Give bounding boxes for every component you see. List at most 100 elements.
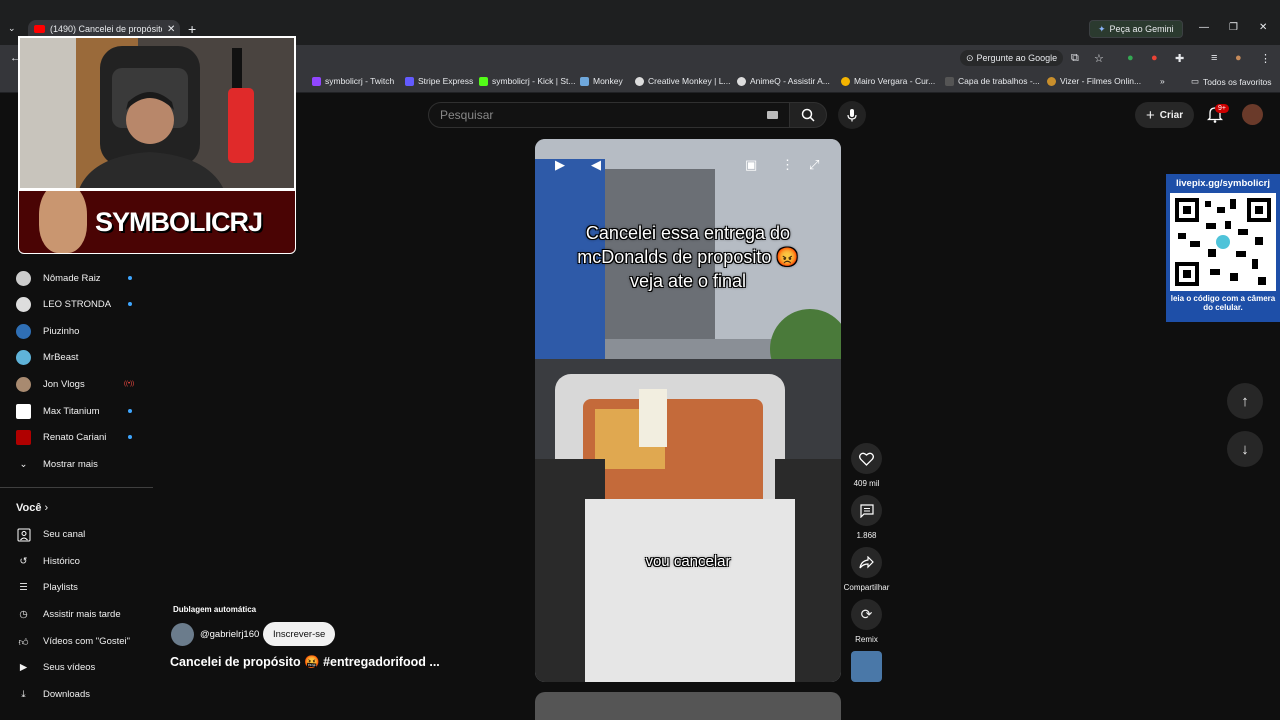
- extension-red-icon[interactable]: ●: [1151, 52, 1158, 64]
- more-options-icon[interactable]: ⋮: [781, 157, 794, 173]
- bookmark-item[interactable]: Vizer - Filmes Onlin...: [1047, 76, 1141, 86]
- arrow-down-icon: ↓: [1241, 440, 1249, 458]
- donation-qr-overlay: livepix.gg/symbolicrj leia o código com …: [1166, 174, 1280, 322]
- bookmark-star-icon[interactable]: ☆: [1094, 52, 1104, 65]
- next-short-button[interactable]: ↓: [1227, 431, 1263, 467]
- remix-icon: ⟳: [860, 606, 873, 622]
- sidebar-item-downloads[interactable]: ⤓ Downloads: [16, 687, 90, 702]
- gemini-icon: ✦: [1098, 23, 1106, 34]
- auto-dubbing-label: Dublagem automática: [173, 605, 257, 614]
- close-window-icon[interactable]: ✕: [1259, 22, 1267, 33]
- new-content-dot: [128, 276, 132, 280]
- bookmark-item[interactable]: Mairo Vergara - Cur...: [841, 76, 935, 86]
- sidebar-item-liked-videos[interactable]: 👍︎ Vídeos com "Gostei": [16, 634, 130, 649]
- sidebar-item-watch-later[interactable]: ◷ Assistir mais tarde: [16, 607, 120, 622]
- more-bookmarks-icon[interactable]: »: [1160, 76, 1165, 86]
- sidebar-item-your-channel[interactable]: Seu canal: [16, 527, 85, 542]
- video-icon: ▶: [19, 662, 28, 673]
- extensions-icon[interactable]: ✚: [1175, 52, 1184, 65]
- sidebar-item-nomade-raiz[interactable]: Nômade Raiz: [16, 271, 101, 286]
- ask-google-button[interactable]: ⊙ Pergunte ao Google: [960, 50, 1064, 66]
- you-section-header[interactable]: Você ›: [16, 502, 48, 514]
- sidebar-item-leo-stronda[interactable]: LEO STRONDA: [16, 297, 111, 312]
- sidebar-item-label: Vídeos com "Gostei": [43, 636, 131, 647]
- all-favorites-label: Todos os favoritos: [1203, 76, 1272, 87]
- mic-icon: [847, 109, 857, 122]
- channel-avatar: [16, 271, 31, 286]
- previous-short-button[interactable]: ↑: [1227, 383, 1263, 419]
- tab-search-icon[interactable]: ⌄: [8, 23, 16, 34]
- short-title[interactable]: Cancelei de propósito 🤬 #entregadorifood…: [170, 655, 440, 670]
- sidebar-item-your-videos[interactable]: ▶ Seus vídeos: [16, 660, 95, 675]
- folder-icon: ▭: [1191, 76, 1200, 86]
- fullscreen-icon[interactable]: ⤢: [809, 157, 819, 173]
- twitch-icon: [312, 76, 321, 86]
- comments-button[interactable]: [851, 495, 882, 526]
- bookmark-item[interactable]: Capa de trabalhos -...: [945, 76, 1040, 86]
- restore-icon[interactable]: ❐: [1229, 22, 1238, 33]
- voice-search-button[interactable]: [838, 101, 866, 129]
- chrome-menu-icon[interactable]: ⋮: [1260, 52, 1271, 65]
- sidebar-item-renato-cariani[interactable]: Renato Cariani: [16, 430, 106, 445]
- play-icon[interactable]: ▶: [555, 157, 565, 173]
- new-tab-icon[interactable]: +: [188, 21, 196, 37]
- next-short-preview[interactable]: [535, 692, 841, 720]
- like-count: 409 mil: [853, 479, 880, 488]
- gemini-label: Peça ao Gemini: [1109, 24, 1174, 34]
- subscribe-button[interactable]: Inscrever-se: [263, 622, 336, 646]
- like-button[interactable]: [851, 443, 882, 474]
- show-more-button[interactable]: ⌄ Mostrar mais: [16, 457, 98, 472]
- share-icon: [859, 556, 874, 569]
- close-tab-icon[interactable]: ✕: [167, 24, 175, 35]
- minimize-icon[interactable]: —: [1199, 22, 1209, 33]
- install-icon[interactable]: ⧉: [1071, 52, 1079, 65]
- bookmark-item[interactable]: symbolicrj - Kick | St...: [479, 76, 575, 86]
- create-button[interactable]: + Criar: [1135, 102, 1195, 128]
- bookmark-item[interactable]: symbolicrj - Twitch: [312, 76, 394, 86]
- remix-button[interactable]: ⟳: [851, 599, 882, 630]
- playlist-icon: ☰: [19, 582, 28, 593]
- chevron-right-icon: ›: [44, 502, 49, 514]
- sidebar-item-label: LEO STRONDA: [43, 299, 112, 310]
- short-video-player[interactable]: ▶ ◀ ▣ ⋮ ⤢ Cancelei essa entrega do mcDon…: [535, 139, 841, 682]
- account-avatar[interactable]: [1242, 104, 1263, 125]
- bookmark-item[interactable]: AnimeQ - Assistir A...: [737, 76, 830, 86]
- sidebar-item-history[interactable]: ↺ Histórico: [16, 554, 80, 569]
- site-icon: [1047, 76, 1056, 86]
- captions-icon[interactable]: ▣: [745, 157, 757, 173]
- channel-avatar[interactable]: [171, 623, 194, 646]
- sidebar-item-label: Piuzinho: [43, 326, 80, 337]
- extension-green-icon[interactable]: ●: [1127, 52, 1134, 64]
- bookmark-label: AnimeQ - Assistir A...: [750, 76, 830, 86]
- channel-avatar: [16, 404, 31, 419]
- create-label: Criar: [1159, 109, 1184, 121]
- sidebar-item-label: Max Titanium: [43, 406, 100, 417]
- bookmark-label: Vizer - Filmes Onlin...: [1060, 76, 1142, 86]
- media-icon[interactable]: ≡: [1211, 52, 1217, 64]
- bookmark-label: symbolicrj - Twitch: [325, 76, 395, 86]
- search-input[interactable]: Pesquisar: [428, 102, 790, 128]
- sidebar-item-mrbeast[interactable]: MrBeast: [16, 350, 78, 365]
- history-icon: ↺: [19, 556, 28, 567]
- channel-avatar: [16, 377, 31, 392]
- sidebar-item-piuzinho[interactable]: Piuzinho: [16, 324, 79, 339]
- channel-avatar: [16, 430, 31, 445]
- youtube-favicon-icon: [34, 25, 45, 33]
- bookmark-item[interactable]: Creative Monkey | L...: [635, 76, 731, 86]
- sidebar-item-max-titanium[interactable]: Max Titanium: [16, 404, 100, 419]
- bookmark-item[interactable]: Stripe Express: [405, 76, 473, 86]
- share-button[interactable]: [851, 547, 882, 578]
- profile-icon[interactable]: ●: [1235, 52, 1242, 64]
- search-button[interactable]: [789, 102, 827, 128]
- sidebar-item-label: MrBeast: [43, 352, 79, 363]
- sidebar-item-jon-vlogs[interactable]: Jon Vlogs: [16, 377, 85, 392]
- keyboard-icon[interactable]: [767, 111, 778, 119]
- volume-icon[interactable]: ◀: [591, 157, 601, 173]
- sidebar-item-playlists[interactable]: ☰ Playlists: [16, 580, 78, 595]
- all-favorites-button[interactable]: ▭ Todos os favoritos: [1191, 76, 1272, 87]
- channel-name[interactable]: @gabrielrj160: [200, 629, 259, 640]
- plus-icon: +: [1146, 106, 1155, 124]
- bookmark-item[interactable]: Monkey: [580, 76, 623, 86]
- gemini-button[interactable]: ✦ Peça ao Gemini: [1089, 20, 1183, 38]
- sound-thumbnail[interactable]: [851, 651, 882, 682]
